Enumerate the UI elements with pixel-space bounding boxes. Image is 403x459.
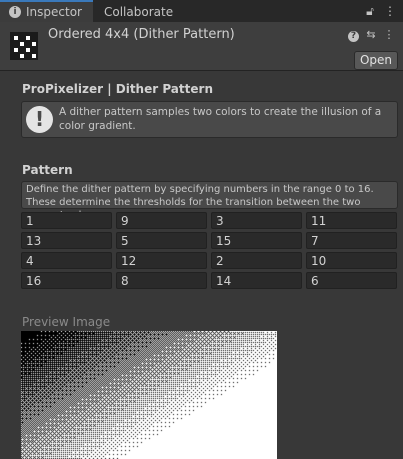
tab-inspector-label: Inspector [26,5,82,19]
warning-icon: ! [26,106,53,133]
pattern-helpbox: Define the dither pattern by specifying … [21,181,398,221]
pattern-cell[interactable]: 16 [21,272,112,289]
pattern-cell[interactable]: 14 [211,272,302,289]
pattern-cell[interactable]: 6 [306,272,397,289]
presets-icon[interactable]: ⇆ [365,28,377,41]
info-text: A dither pattern samples two colors to c… [59,106,382,132]
pattern-cell[interactable]: 4 [21,252,112,269]
pattern-cell[interactable]: 5 [116,232,207,249]
info-helpbox: ! A dither pattern samples two colors to… [21,101,398,138]
component-title: ProPixelizer | Dither Pattern [22,82,213,96]
lock-icon[interactable]: 🔓︎ [363,3,377,19]
more-options-icon[interactable]: ⋮ [383,28,395,41]
open-button[interactable]: Open [354,51,398,70]
pattern-cell[interactable]: 12 [116,252,207,269]
pattern-cell[interactable]: 15 [211,232,302,249]
help-icon[interactable]: ? [348,31,359,42]
pattern-cell[interactable]: 1 [21,212,112,229]
tab-bar: i Inspector Collaborate 🔓︎ ⋮ [0,0,403,22]
pattern-cell[interactable]: 11 [306,212,397,229]
tab-inspector[interactable]: i Inspector [0,0,93,22]
pattern-cell[interactable]: 2 [211,252,302,269]
tab-collaborate[interactable]: Collaborate [104,0,173,22]
preview-label: Preview Image [22,315,111,329]
pattern-cell[interactable]: 7 [306,232,397,249]
info-icon: i [9,6,21,18]
asset-title: Ordered 4x4 (Dither Pattern) [48,27,235,42]
dither-asset-icon [10,32,38,60]
asset-header: Ordered 4x4 (Dither Pattern) ? ⇆ ⋮ Open [0,22,403,71]
pattern-cell[interactable]: 13 [21,232,112,249]
pattern-cell[interactable]: 9 [116,212,207,229]
pattern-cell[interactable]: 10 [306,252,397,269]
dither-preview-image [21,331,277,459]
tab-actions: 🔓︎ ⋮ [357,3,397,19]
header-icons: ? ⇆ ⋮ [342,27,395,42]
pattern-title: Pattern [22,163,73,177]
pattern-cell[interactable]: 8 [116,272,207,289]
kebab-menu-icon[interactable]: ⋮ [383,3,397,19]
pattern-cell[interactable]: 3 [211,212,302,229]
